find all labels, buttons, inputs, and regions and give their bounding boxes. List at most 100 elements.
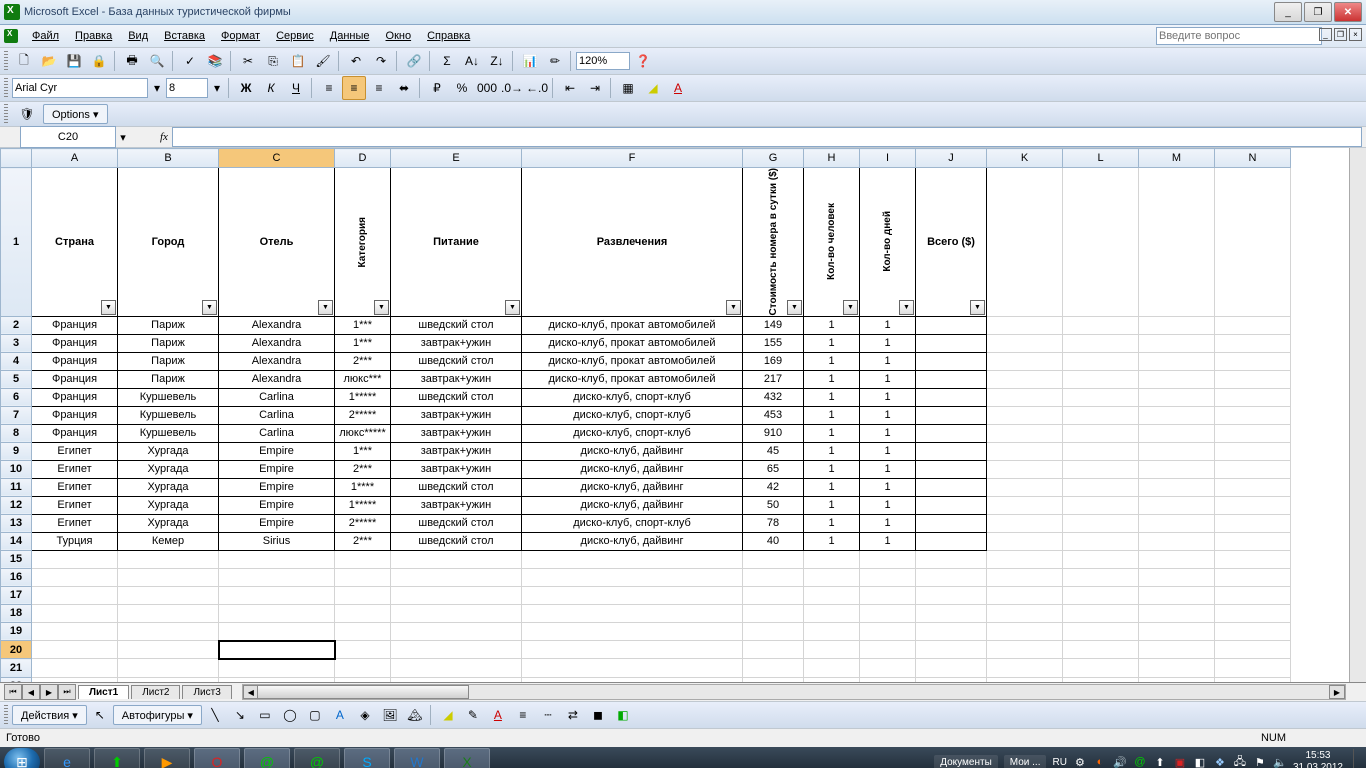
show-desktop-button[interactable] xyxy=(1353,749,1362,768)
cell[interactable] xyxy=(1139,460,1215,478)
cell[interactable]: шведский стол xyxy=(391,514,522,532)
cell[interactable]: завтрак+ужин xyxy=(391,406,522,424)
tray-icon[interactable]: @ xyxy=(1133,755,1147,768)
cell[interactable]: 50 xyxy=(743,496,804,514)
cell[interactable] xyxy=(1063,168,1139,317)
taskbar-ie-icon[interactable]: e xyxy=(44,748,90,768)
cell[interactable] xyxy=(804,622,860,641)
cell[interactable]: завтрак+ужин xyxy=(391,496,522,514)
cell[interactable] xyxy=(32,659,118,678)
cell[interactable]: Хургада xyxy=(118,514,219,532)
cell[interactable]: 149 xyxy=(743,316,804,334)
cell[interactable] xyxy=(1139,442,1215,460)
cell[interactable] xyxy=(1063,514,1139,532)
taskbar-docs-label[interactable]: Документы xyxy=(934,755,998,768)
cell[interactable] xyxy=(522,622,743,641)
cell[interactable] xyxy=(743,604,804,622)
filter-dropdown-icon[interactable]: ▼ xyxy=(970,300,985,315)
cell[interactable] xyxy=(1215,641,1291,659)
cell[interactable] xyxy=(860,604,916,622)
cell[interactable]: 45 xyxy=(743,442,804,460)
cell[interactable]: 1***** xyxy=(335,388,391,406)
tray-network-icon[interactable]: 🖧 xyxy=(1233,755,1247,768)
line-button[interactable]: ╲ xyxy=(203,703,227,727)
cell[interactable]: диско-клуб, дайвинг xyxy=(522,460,743,478)
cell[interactable]: Empire xyxy=(219,460,335,478)
cell[interactable]: 1 xyxy=(860,370,916,388)
cell[interactable] xyxy=(391,550,522,568)
menu-file[interactable]: Файл xyxy=(24,27,67,45)
picture-button[interactable]: 🏔 xyxy=(403,703,427,727)
font-dropdown-icon[interactable]: ▾ xyxy=(149,76,165,100)
cell[interactable] xyxy=(743,622,804,641)
row-header[interactable]: 11 xyxy=(1,478,32,496)
cell[interactable]: 2***** xyxy=(335,406,391,424)
cell[interactable]: 2*** xyxy=(335,532,391,550)
cell[interactable] xyxy=(1215,352,1291,370)
cell[interactable] xyxy=(916,370,987,388)
minimize-button[interactable]: _ xyxy=(1274,2,1302,22)
cell[interactable] xyxy=(916,532,987,550)
cell[interactable] xyxy=(391,622,522,641)
row-header[interactable]: 8 xyxy=(1,424,32,442)
cell[interactable]: 169 xyxy=(743,352,804,370)
cell[interactable] xyxy=(32,641,118,659)
cell[interactable] xyxy=(219,622,335,641)
filter-dropdown-icon[interactable]: ▼ xyxy=(318,300,333,315)
cell[interactable] xyxy=(335,677,391,682)
row-header[interactable]: 16 xyxy=(1,568,32,586)
table-header-cell[interactable]: Город▼ xyxy=(118,168,219,317)
cell[interactable]: диско-клуб, прокат автомобилей xyxy=(522,352,743,370)
cell[interactable]: Хургада xyxy=(118,442,219,460)
cell[interactable] xyxy=(987,168,1063,317)
cell[interactable]: Куршевель xyxy=(118,424,219,442)
merge-center-button[interactable]: ⬌ xyxy=(392,76,416,100)
font-color-draw-button[interactable]: A xyxy=(486,703,510,727)
column-header[interactable]: F xyxy=(522,149,743,168)
cell[interactable] xyxy=(219,604,335,622)
increase-decimal-button[interactable]: .0→ xyxy=(500,76,524,100)
column-header[interactable]: A xyxy=(32,149,118,168)
cell[interactable]: Франция xyxy=(32,424,118,442)
cell[interactable] xyxy=(219,659,335,678)
tray-volume-icon[interactable]: 🔊 xyxy=(1113,755,1127,768)
vertical-scrollbar[interactable] xyxy=(1349,148,1366,682)
cell[interactable]: Париж xyxy=(118,334,219,352)
borders-button[interactable]: ▦ xyxy=(616,76,640,100)
fill-color-button[interactable]: ◢ xyxy=(641,76,665,100)
cell[interactable]: Empire xyxy=(219,514,335,532)
cell[interactable] xyxy=(391,568,522,586)
arrow-button[interactable]: ↘ xyxy=(228,703,252,727)
tray-icon[interactable]: ⬆ xyxy=(1153,755,1167,768)
menu-insert[interactable]: Вставка xyxy=(156,27,213,45)
cell[interactable] xyxy=(916,478,987,496)
cell[interactable]: люкс***** xyxy=(335,424,391,442)
column-header[interactable]: J xyxy=(916,149,987,168)
worksheet-grid[interactable]: ABCDEFGHIJKLMN1Страна▼Город▼Отель▼Катего… xyxy=(0,148,1366,682)
cell[interactable]: 78 xyxy=(743,514,804,532)
taskbar-opera-icon[interactable]: O xyxy=(194,748,240,768)
cell[interactable]: шведский стол xyxy=(391,532,522,550)
print-button[interactable]: 🖶 xyxy=(120,49,144,73)
cell[interactable] xyxy=(743,568,804,586)
cell[interactable] xyxy=(522,568,743,586)
toolbar-grip[interactable] xyxy=(4,705,8,725)
cell[interactable]: диско-клуб, дайвинг xyxy=(522,478,743,496)
menu-edit[interactable]: Правка xyxy=(67,27,120,45)
cell[interactable] xyxy=(391,604,522,622)
tray-speaker-icon[interactable]: 🔈 xyxy=(1273,755,1287,768)
taskbar-wmp-icon[interactable]: ▶ xyxy=(144,748,190,768)
mdi-close[interactable]: × xyxy=(1349,28,1362,41)
cell[interactable] xyxy=(987,659,1063,678)
permission-button[interactable]: 🔒 xyxy=(87,49,111,73)
cell[interactable] xyxy=(1063,406,1139,424)
cell[interactable]: диско-клуб, прокат автомобилей xyxy=(522,316,743,334)
cell[interactable]: 1 xyxy=(860,316,916,334)
cell[interactable] xyxy=(32,550,118,568)
row-header[interactable]: 5 xyxy=(1,370,32,388)
cell[interactable]: шведский стол xyxy=(391,352,522,370)
cell[interactable] xyxy=(1215,370,1291,388)
column-header[interactable]: B xyxy=(118,149,219,168)
security-button[interactable]: 🛡 xyxy=(15,102,39,126)
filter-dropdown-icon[interactable]: ▼ xyxy=(374,300,389,315)
